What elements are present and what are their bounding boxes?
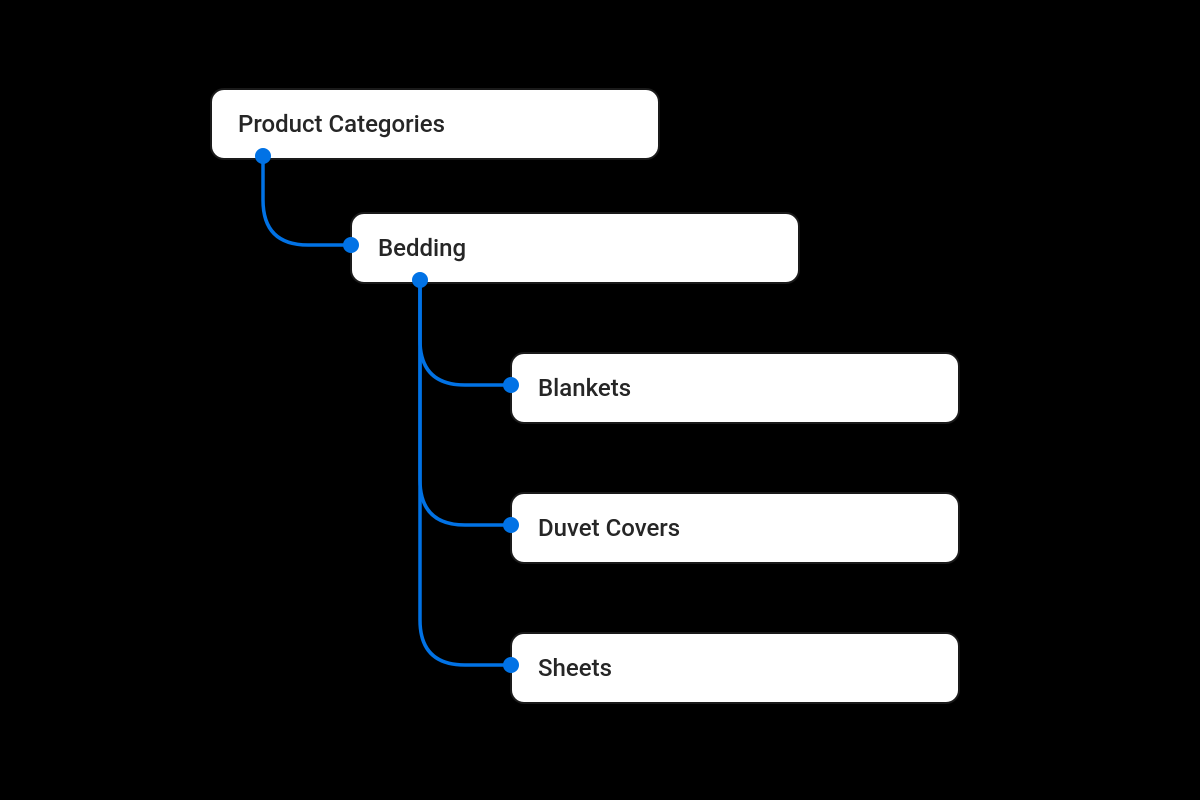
connector-dot: [503, 517, 519, 533]
connector-dot: [412, 272, 428, 288]
node-sheets: Sheets: [510, 632, 960, 704]
node-label: Sheets: [538, 654, 612, 682]
node-label: Bedding: [378, 234, 466, 262]
node-blankets: Blankets: [510, 352, 960, 424]
node-label: Duvet Covers: [538, 514, 680, 542]
node-label: Product Categories: [238, 110, 445, 138]
tree-diagram: Product Categories Bedding Blankets Duve…: [0, 0, 1200, 800]
node-duvet-covers: Duvet Covers: [510, 492, 960, 564]
node-label: Blankets: [538, 374, 631, 402]
connector-dot: [503, 377, 519, 393]
node-product-categories: Product Categories: [210, 88, 660, 160]
connector-dot: [343, 237, 359, 253]
connector-dot: [503, 657, 519, 673]
connector-dot: [255, 148, 271, 164]
